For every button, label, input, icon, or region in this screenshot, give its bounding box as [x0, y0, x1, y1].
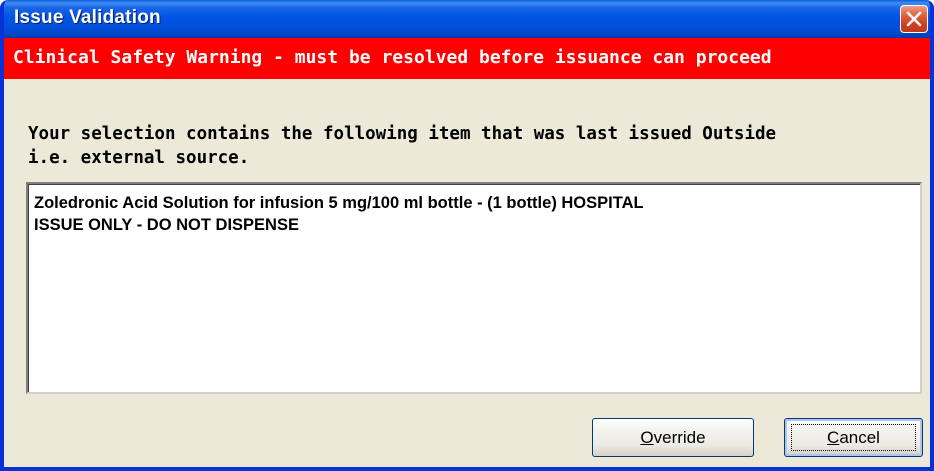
- list-item: Zoledronic Acid Solution for infusion 5 …: [34, 192, 874, 236]
- validation-message: Your selection contains the following it…: [28, 122, 908, 170]
- close-icon: [906, 11, 922, 27]
- close-button[interactable]: [900, 5, 928, 33]
- item-text-line-2: ISSUE ONLY - DO NOT DISPENSE: [34, 216, 299, 234]
- cancel-button-label: Cancel: [827, 428, 880, 447]
- warning-text: Clinical Safety Warning - must be resolv…: [13, 47, 772, 68]
- override-button[interactable]: Override: [592, 418, 754, 457]
- title-bar[interactable]: Issue Validation: [4, 0, 930, 38]
- item-text-line-1: Zoledronic Acid Solution for infusion 5 …: [34, 194, 644, 212]
- message-line-1: Your selection contains the following it…: [28, 124, 777, 144]
- override-button-label: Override: [640, 428, 706, 447]
- message-line-2: i.e. external source.: [28, 148, 250, 168]
- issued-items-list[interactable]: Zoledronic Acid Solution for infusion 5 …: [26, 182, 922, 394]
- window-title: Issue Validation: [14, 7, 161, 28]
- cancel-button[interactable]: Cancel: [784, 418, 923, 457]
- issue-validation-dialog: Issue Validation Clinical Safety Warning…: [0, 0, 934, 471]
- clinical-safety-warning-banner: Clinical Safety Warning - must be resolv…: [4, 38, 930, 79]
